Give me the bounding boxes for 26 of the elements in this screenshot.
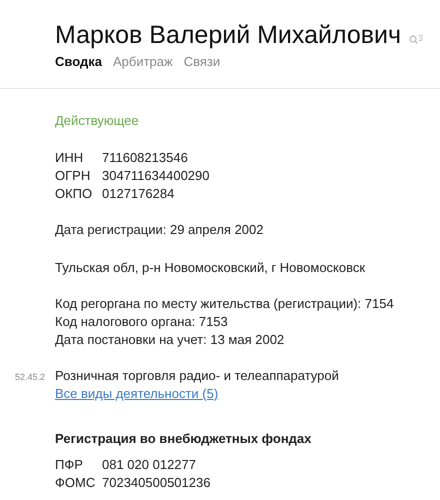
tab[interactable]: Арбитраж <box>112 53 173 71</box>
section-heading: Регистрация во внебюджетных фондах <box>55 430 312 448</box>
address: Тульская обл, р-н Новомосковский, г Новомосковск <box>55 259 366 277</box>
activities-link[interactable]: Все виды деятельности (5) <box>55 386 218 401</box>
tax-info-line: Дата постановки на учет: 13 мая 2002 <box>55 331 286 349</box>
code-label: ОГРН <box>55 167 92 185</box>
code-value: 304711634400290 <box>102 167 210 185</box>
person-name: Марков Валерий Михайлович <box>55 20 402 50</box>
code-value: 702340500501236 <box>102 474 210 492</box>
code-label: ИНН <box>55 149 84 167</box>
tab[interactable]: Сводка <box>55 53 102 71</box>
registration-date: Дата регистрации: 29 апреля 2002 <box>55 221 264 239</box>
activity-code: 52.45.2 <box>15 371 46 384</box>
activity-name: Розничная торговля радио- и телеаппаратурой <box>55 367 340 385</box>
code-value: 0127176284 <box>102 185 176 203</box>
code-label: ОКПО <box>55 185 94 203</box>
tab[interactable]: Связи <box>184 53 220 71</box>
tax-info-line: Код регоргана по месту жительства (регистрации): 7154 <box>55 295 395 313</box>
tax-info-line: Код налогового органа: 7153 <box>55 313 229 331</box>
code-value: 081 020 012277 <box>102 456 197 474</box>
search-icon[interactable] <box>409 35 418 44</box>
code-value: 711608213546 <box>102 149 189 167</box>
code-label: ПФР <box>55 456 84 474</box>
status-label: Действующее <box>55 112 140 130</box>
search-count: 3 <box>418 32 424 44</box>
code-label: ФОМС <box>55 474 96 492</box>
